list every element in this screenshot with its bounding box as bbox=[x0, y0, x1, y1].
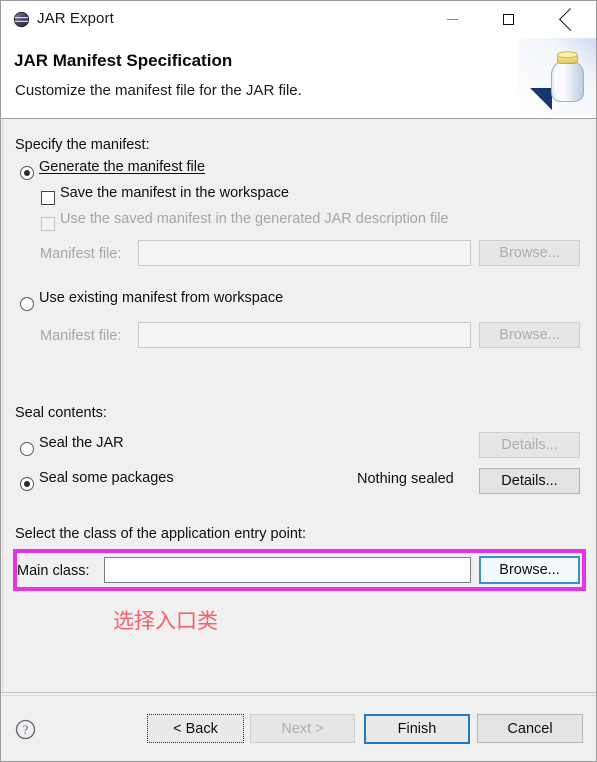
next-button: Next > bbox=[250, 714, 355, 743]
finish-button[interactable]: Finish bbox=[364, 714, 470, 744]
close-icon bbox=[560, 13, 574, 27]
jar-export-dialog: JAR Export JAR Manifest Specification Cu… bbox=[0, 0, 597, 762]
page-title: JAR Manifest Specification bbox=[14, 51, 233, 70]
use-saved-manifest-label: Use the saved manifest in the generated … bbox=[60, 211, 449, 227]
seal-contents-group-label: Seal contents: bbox=[15, 405, 107, 421]
close-button[interactable] bbox=[544, 1, 590, 38]
seal-jar-details-button: Details... bbox=[479, 432, 580, 458]
use-existing-manifest-radio[interactable] bbox=[20, 297, 34, 311]
maximize-button[interactable] bbox=[485, 1, 531, 38]
generate-manifest-radio[interactable] bbox=[20, 166, 34, 180]
next-button-label: Next > bbox=[281, 720, 324, 737]
seal-packages-details-button[interactable]: Details... bbox=[479, 468, 580, 494]
seal-jar-label: Seal the JAR bbox=[39, 435, 124, 451]
finish-button-label: Finish bbox=[397, 721, 437, 737]
footer-separator-top bbox=[1, 692, 596, 693]
minimize-button[interactable] bbox=[429, 1, 475, 38]
help-question-icon[interactable]: ? bbox=[15, 719, 36, 740]
manifest-file-input-2[interactable] bbox=[138, 322, 471, 348]
use-saved-manifest-checkbox bbox=[41, 217, 55, 231]
title-bar: JAR Export bbox=[1, 1, 596, 38]
save-manifest-label: Save the manifest in the workspace bbox=[60, 185, 289, 201]
save-manifest-checkbox[interactable] bbox=[41, 191, 55, 205]
svg-text:?: ? bbox=[23, 722, 29, 737]
page-subtitle: Customize the manifest file for the JAR … bbox=[15, 82, 302, 99]
minimize-icon bbox=[446, 19, 458, 20]
specify-manifest-group-label: Specify the manifest: bbox=[15, 137, 150, 153]
main-class-browse-button[interactable]: Browse... bbox=[479, 556, 580, 584]
wizard-header: JAR Manifest Specification Customize the… bbox=[1, 38, 596, 119]
generate-manifest-label-text: Generate the manifest file bbox=[39, 159, 206, 175]
seal-jar-radio[interactable] bbox=[20, 442, 34, 456]
wizard-content: Specify the manifest: Generate the manif… bbox=[2, 119, 596, 693]
seal-packages-radio[interactable] bbox=[20, 477, 34, 491]
annotation-text: 选择入口类 bbox=[113, 609, 218, 633]
jar-bottle-icon bbox=[518, 38, 596, 116]
manifest-file-browse-button-1: Browse... bbox=[479, 240, 580, 266]
manifest-file-label-2: Manifest file: bbox=[40, 328, 122, 344]
main-class-label: Main class: bbox=[17, 563, 90, 579]
manifest-file-input-1[interactable] bbox=[138, 240, 471, 266]
manifest-file-label-1: Manifest file: bbox=[40, 246, 122, 262]
cancel-button-label: Cancel bbox=[507, 720, 553, 737]
maximize-icon bbox=[502, 14, 514, 25]
seal-status-label: Nothing sealed bbox=[357, 471, 454, 487]
generate-manifest-label: Generate the manifest file bbox=[39, 159, 205, 175]
use-existing-manifest-label: Use existing manifest from workspace bbox=[39, 290, 284, 306]
cancel-button[interactable]: Cancel bbox=[477, 714, 583, 743]
back-button-label: < Back bbox=[173, 720, 218, 737]
main-class-input[interactable] bbox=[104, 557, 471, 583]
window-title: JAR Export bbox=[37, 10, 114, 27]
manifest-file-browse-button-2: Browse... bbox=[479, 322, 580, 348]
seal-packages-label: Seal some packages bbox=[39, 470, 174, 486]
jar-export-icon bbox=[13, 11, 30, 28]
back-button[interactable]: < Back bbox=[147, 714, 244, 743]
entry-point-group-label: Select the class of the application entr… bbox=[15, 526, 306, 542]
